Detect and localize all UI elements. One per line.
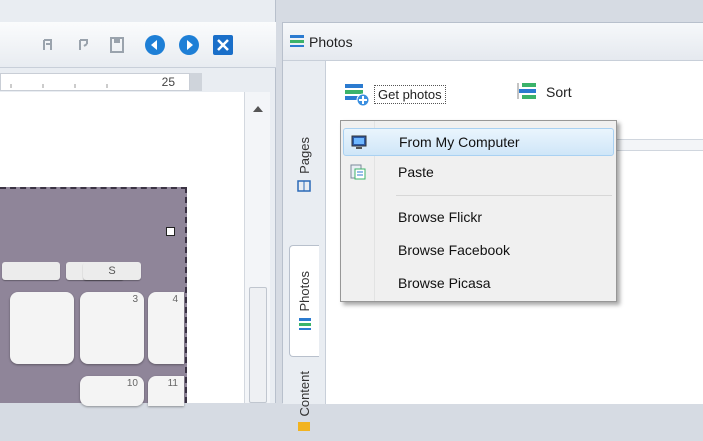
redo-icon[interactable] <box>72 34 94 56</box>
undo-icon[interactable] <box>38 34 60 56</box>
tab-photos-label: Photos <box>297 270 312 312</box>
panel-header: Photos <box>283 23 703 61</box>
day-header-saturday: S <box>83 262 141 280</box>
vertical-scrollbar[interactable] <box>244 92 270 403</box>
close-icon[interactable] <box>212 34 234 56</box>
menu-item-browse-picasa[interactable]: Browse Picasa <box>343 269 614 297</box>
photos-toolbar: Get photos Sort <box>326 61 703 121</box>
calendar-cell-4: 4 <box>148 292 184 364</box>
scroll-up-icon[interactable] <box>245 100 271 118</box>
editor-toolbar <box>0 22 276 68</box>
calendar-cell-10: 10 <box>80 376 144 406</box>
pages-icon <box>297 180 311 193</box>
menu-separator <box>396 195 612 196</box>
photos-icon <box>298 318 311 331</box>
calendar-cell-3: 3 <box>80 292 144 364</box>
tab-pages[interactable]: Pages <box>289 105 319 225</box>
menu-item-label: Browse Facebook <box>398 242 511 258</box>
computer-icon <box>351 135 367 149</box>
sort-label: Sort <box>546 84 572 100</box>
tab-photos[interactable]: Photos <box>289 245 319 357</box>
vertical-tabs: Pages Photos Content <box>283 61 325 431</box>
horizontal-ruler: 25 <box>0 73 190 91</box>
tab-content-label: Content <box>296 371 312 417</box>
content-icon <box>298 421 310 431</box>
get-photos-menu: From My Computer Paste Browse Flickr Bro… <box>340 120 617 302</box>
tab-content[interactable]: Content <box>289 361 319 441</box>
menu-item-label: Paste <box>398 164 434 180</box>
calendar-cell-11: 11 <box>148 376 184 406</box>
menu-item-paste[interactable]: Paste <box>343 158 614 186</box>
get-photos-icon <box>345 84 370 107</box>
next-icon[interactable] <box>178 34 200 56</box>
menu-item-browse-facebook[interactable]: Browse Facebook <box>343 236 614 264</box>
ruler-end <box>190 73 202 91</box>
tab-pages-label: Pages <box>296 136 312 174</box>
get-photos-label: Get photos <box>374 84 446 104</box>
scroll-thumb[interactable] <box>249 287 267 403</box>
ruler-number: 25 <box>161 75 175 89</box>
previous-icon[interactable] <box>144 34 166 56</box>
sort-button[interactable]: Sort <box>516 81 572 103</box>
sort-icon <box>517 83 536 99</box>
menu-item-label: Browse Flickr <box>398 209 483 225</box>
photos-panel-icon <box>290 35 304 47</box>
calendar-cell <box>10 292 74 364</box>
menu-item-label: From My Computer <box>399 134 520 150</box>
resize-handle[interactable] <box>166 227 175 236</box>
panel-title: Photos <box>309 34 353 50</box>
get-photos-button[interactable]: Get photos <box>344 81 446 107</box>
save-icon[interactable] <box>106 34 128 56</box>
menu-item-browse-flickr[interactable]: Browse Flickr <box>343 203 614 231</box>
paste-icon <box>350 164 366 180</box>
day-header <box>2 262 60 280</box>
menu-item-label: Browse Picasa <box>398 275 491 291</box>
menu-item-from-my-computer[interactable]: From My Computer <box>343 128 614 156</box>
